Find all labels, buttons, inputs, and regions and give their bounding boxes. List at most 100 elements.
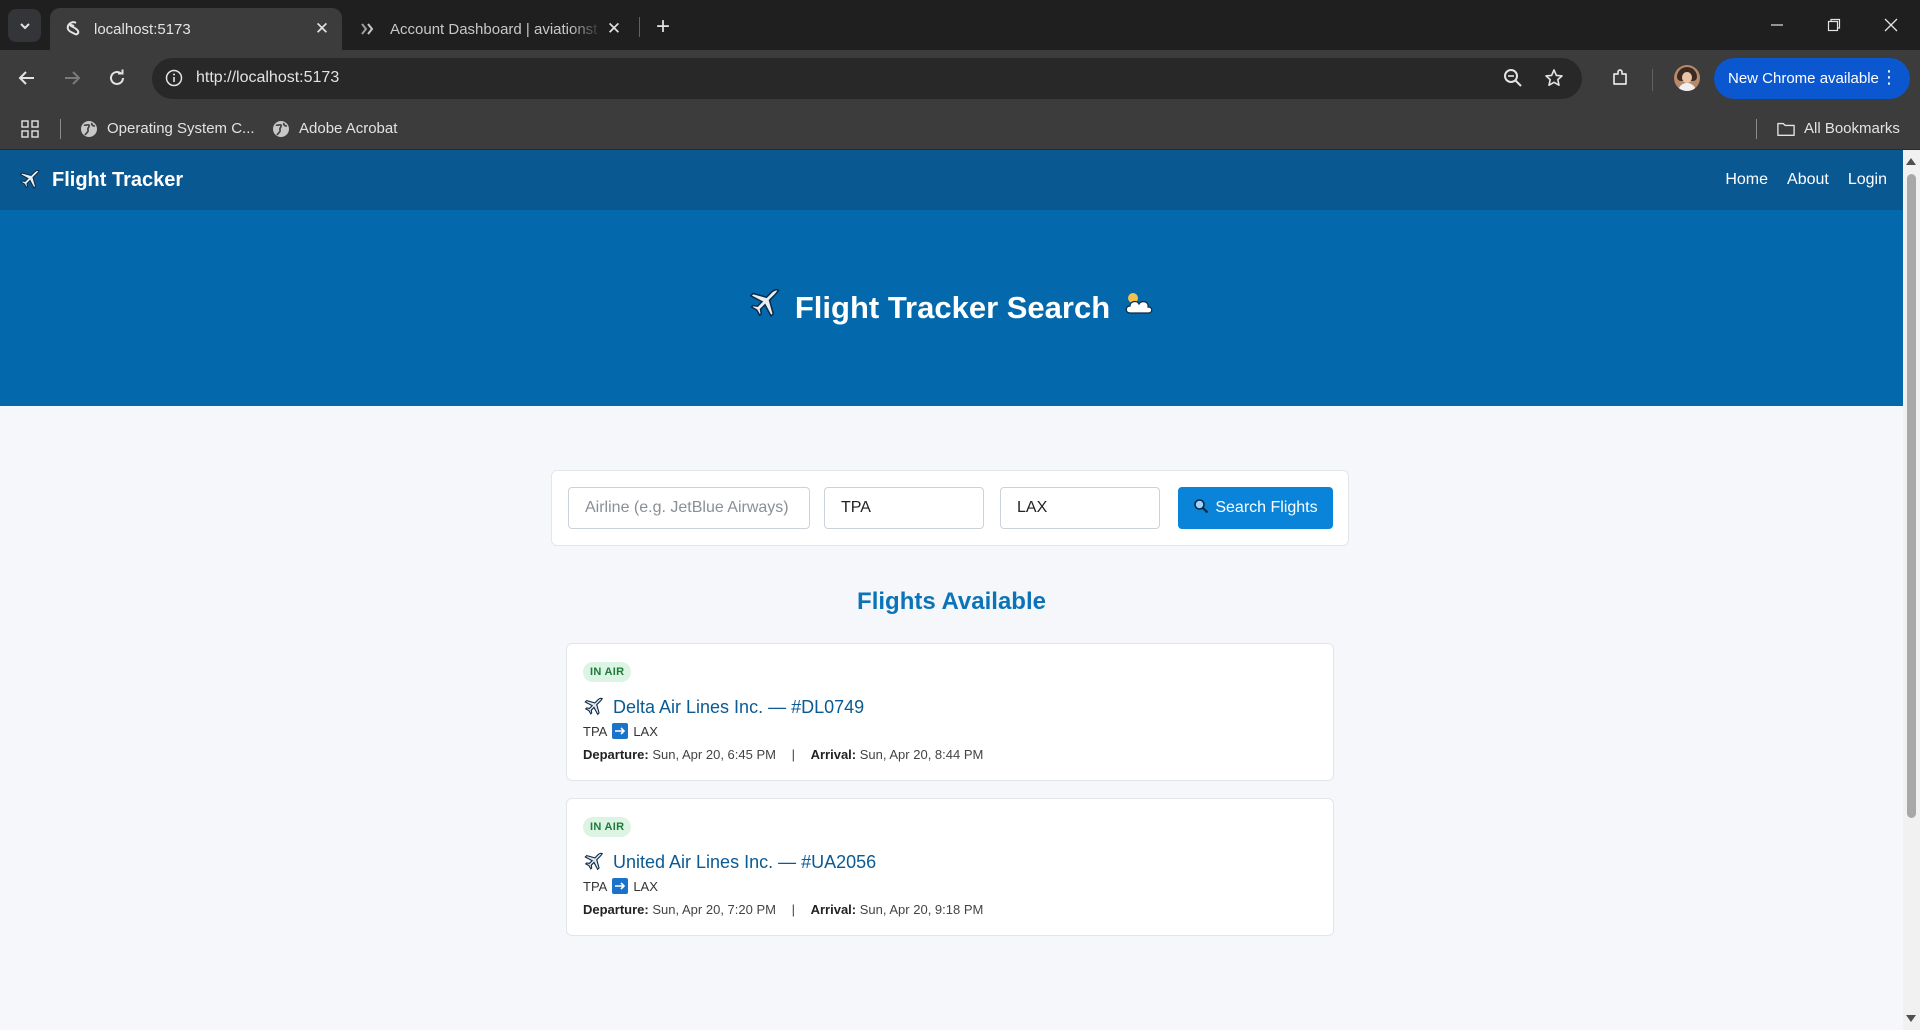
search-panel: Airline (e.g. JetBlue Airways) TPA LAX S… [551,470,1349,546]
tab-search-button[interactable] [8,9,41,42]
bookmark-adobe-acrobat[interactable]: Adobe Acrobat [272,107,397,150]
puzzle-icon [1613,69,1627,85]
flight-times: Departure: Sun, Apr 20, 7:20 PM | Arriva… [583,902,983,917]
nav-login-link[interactable]: Login [1848,171,1887,189]
globe-icon [272,120,290,138]
route-origin: TPA [583,723,608,739]
restore-icon [1827,18,1841,32]
page-viewport: Flight Tracker Home About Login Flight T… [0,150,1903,1030]
destination-input[interactable]: LAX [1000,487,1160,529]
airplane-icon [18,168,42,192]
address-bar[interactable]: http://localhost:5173 [152,58,1582,99]
hero-heading: Flight Tracker Search [747,286,1156,330]
all-bookmarks-button[interactable]: All Bookmarks [1777,107,1900,150]
app-navbar: Flight Tracker Home About Login [0,150,1903,210]
chevron-down-icon [19,22,30,29]
nav-home-link[interactable]: Home [1725,171,1768,189]
close-icon[interactable]: ✕ [602,17,626,41]
tab-strip: localhost:5173 ✕ Account Dashboard | avi… [0,0,1920,50]
route-origin: TPA [583,878,608,894]
flight-route: TPA LAX [583,878,658,894]
apps-button[interactable] [21,107,39,150]
page-scrollbar[interactable] [1903,150,1920,1030]
flight-title-text: United Air Lines Inc. — #UA2056 [613,851,877,872]
separator: | [791,902,795,917]
arrival-time: Sun, Apr 20, 8:44 PM [859,747,984,762]
bookmark-label: Adobe Acrobat [299,120,398,137]
nav-links: Home About Login [1706,150,1887,210]
update-label: New Chrome available [1728,70,1879,87]
tab-localhost[interactable]: localhost:5173 ✕ [50,8,342,50]
zoom-icon[interactable] [1499,64,1527,92]
flight-title[interactable]: United Air Lines Inc. — #UA2056 [583,851,876,873]
arrival-label: Arrival: [810,747,857,762]
flight-card[interactable]: IN AIR Delta Air Lines Inc. — #DL0749 TP… [566,643,1334,781]
separator: | [791,747,795,762]
close-window-button[interactable] [1862,0,1920,50]
forward-button[interactable] [55,61,89,95]
route-destination: LAX [633,723,658,739]
minimize-button[interactable] [1748,0,1806,50]
results-heading: Flights Available [857,588,1046,615]
new-chrome-available-button[interactable]: New Chrome available ⋮ [1714,58,1910,99]
scrollbar-thumb[interactable] [1907,174,1916,818]
cloud-icon [1122,289,1156,327]
url-text: http://localhost:5173 [196,69,340,86]
arrival-label: Arrival: [810,902,857,917]
arrow-right-icon [65,71,81,85]
status-badge: IN AIR [583,817,632,837]
brand-name: Flight Tracker [52,168,184,191]
all-bookmarks-label: All Bookmarks [1804,120,1900,137]
hero-title: Flight Tracker Search [794,290,1111,325]
toolbar-divider [1652,69,1653,91]
search-button-label: Search Flights [1215,499,1318,516]
globe-icon [80,120,98,138]
tab-divider [639,17,640,37]
aviationstack-favicon-icon [360,20,378,38]
hero-banner: Flight Tracker Search [0,210,1903,406]
flight-title[interactable]: Delta Air Lines Inc. — #DL0749 [583,696,864,718]
svelte-favicon-icon [64,20,82,38]
magnifier-icon [1193,498,1209,519]
flight-card[interactable]: IN AIR United Air Lines Inc. — #UA2056 T… [566,798,1334,936]
browser-toolbar: http://localhost:5173 New Chrome availab… [0,50,1920,107]
close-icon [1884,18,1898,32]
restore-button[interactable] [1805,0,1863,50]
origin-input[interactable]: TPA [824,487,984,529]
brand-link[interactable]: Flight Tracker [18,150,183,210]
extensions-button[interactable] [1603,61,1637,95]
arrow-left-icon [18,71,34,85]
scroll-up-icon[interactable] [1906,158,1916,165]
flight-route: TPA LAX [583,723,658,739]
departure-label: Departure: [583,902,649,917]
bookmark-star-icon[interactable] [1540,64,1568,92]
flight-times: Departure: Sun, Apr 20, 6:45 PM | Arriva… [583,747,983,762]
arrival-time: Sun, Apr 20, 9:18 PM [859,902,984,917]
airplane-icon [583,851,605,873]
nav-about-link[interactable]: About [1787,171,1829,189]
departure-label: Departure: [583,747,649,762]
bookmarks-bar: Operating System C... Adobe Acrobat All … [0,107,1920,150]
more-vert-icon: ⋮ [1880,67,1898,87]
airplane-icon [583,696,605,718]
bookmark-operating-system[interactable]: Operating System C... [80,107,255,150]
minimize-icon [1771,24,1783,26]
profile-avatar[interactable] [1674,65,1700,91]
tab-account-dashboard[interactable]: Account Dashboard | aviationst ✕ [346,8,634,50]
bookmarks-divider [60,119,61,139]
bookmarks-divider [1756,119,1757,139]
search-flights-button[interactable]: Search Flights [1178,487,1333,529]
departure-time: Sun, Apr 20, 7:20 PM [652,902,776,917]
back-button[interactable] [10,61,44,95]
site-info-icon[interactable] [160,64,188,92]
reload-button[interactable] [100,61,134,95]
tab-title: localhost:5173 [94,20,191,38]
close-icon[interactable]: ✕ [310,17,334,41]
scroll-down-icon[interactable] [1906,1015,1916,1022]
folder-icon [1777,120,1795,138]
airplane-icon [747,286,783,330]
reload-icon [110,69,124,85]
tab-title: Account Dashboard | aviationst [390,20,598,38]
new-tab-button[interactable]: + [648,12,678,42]
airline-input[interactable]: Airline (e.g. JetBlue Airways) [568,487,810,529]
